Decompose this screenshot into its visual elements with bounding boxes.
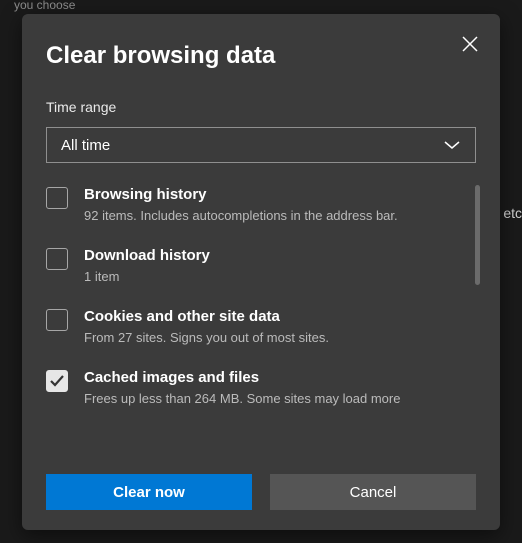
option-text: Download history 1 item: [84, 246, 210, 285]
time-range-select[interactable]: All time: [46, 127, 476, 163]
checkmark-icon: [49, 374, 65, 388]
option-text: Browsing history 92 items. Includes auto…: [84, 185, 398, 224]
option-browsing-history: Browsing history 92 items. Includes auto…: [46, 185, 476, 224]
cancel-button[interactable]: Cancel: [270, 474, 476, 510]
option-download-history: Download history 1 item: [46, 246, 476, 285]
option-cache: Cached images and files Frees up less th…: [46, 368, 476, 407]
option-description: From 27 sites. Signs you out of most sit…: [84, 329, 329, 347]
dialog-button-row: Clear now Cancel: [46, 474, 476, 510]
option-text: Cached images and files Frees up less th…: [84, 368, 400, 407]
option-title: Cached images and files: [84, 368, 400, 388]
close-button[interactable]: [454, 28, 486, 60]
option-title: Browsing history: [84, 185, 398, 205]
options-list: Browsing history 92 items. Includes auto…: [46, 185, 476, 445]
checkbox-cookies[interactable]: [46, 309, 68, 331]
dialog-title: Clear browsing data: [46, 40, 476, 71]
close-icon: [462, 36, 478, 52]
scrollbar-thumb[interactable]: [475, 185, 480, 285]
checkbox-cache[interactable]: [46, 370, 68, 392]
background-text: etc: [503, 205, 522, 221]
option-title: Download history: [84, 246, 210, 266]
option-cookies: Cookies and other site data From 27 site…: [46, 307, 476, 346]
checkbox-browsing-history[interactable]: [46, 187, 68, 209]
option-description: 1 item: [84, 268, 210, 286]
option-title: Cookies and other site data: [84, 307, 329, 327]
option-description: 92 items. Includes autocompletions in th…: [84, 207, 398, 225]
checkbox-download-history[interactable]: [46, 248, 68, 270]
clear-browsing-data-dialog: Clear browsing data Time range All time …: [22, 14, 500, 530]
background-text: you choose: [14, 0, 75, 12]
chevron-down-icon: [443, 140, 461, 150]
time-range-label: Time range: [46, 99, 476, 115]
option-text: Cookies and other site data From 27 site…: [84, 307, 329, 346]
time-range-value: All time: [61, 137, 110, 154]
option-description: Frees up less than 264 MB. Some sites ma…: [84, 390, 400, 408]
clear-now-button[interactable]: Clear now: [46, 474, 252, 510]
